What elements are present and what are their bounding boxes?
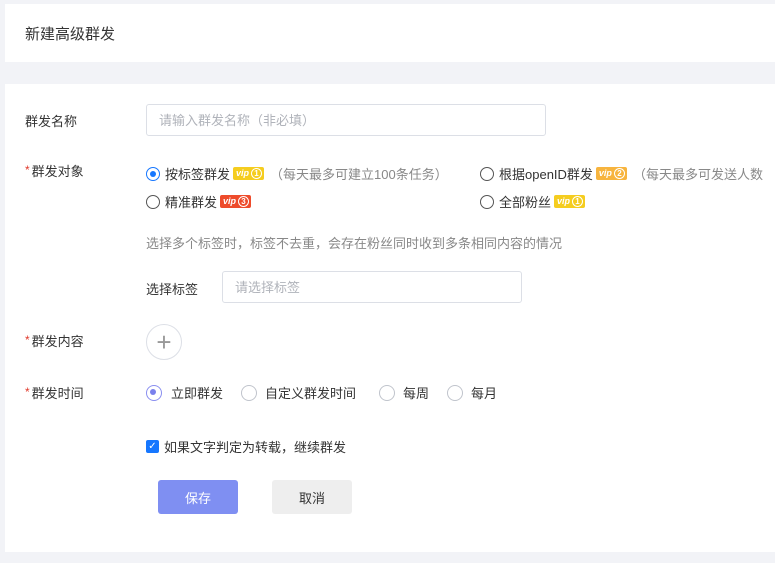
content-label-text: 群发内容 <box>31 334 84 349</box>
form-panel: 群发名称 *群发对象 按标签群发 vip1 （每天最多可建立100条任务） 根据… <box>5 84 775 552</box>
target-option-tag-label: 按标签群发 <box>165 167 231 182</box>
target-option-openid-label: 根据openID群发 <box>499 167 593 182</box>
target-label-text: 群发对象 <box>31 164 84 179</box>
add-content-button[interactable]: + <box>146 324 182 360</box>
radio-precise[interactable] <box>146 194 160 209</box>
time-option-custom-label: 自定义群发时间 <box>265 386 357 401</box>
name-label: 群发名称 <box>25 114 78 129</box>
radio-all[interactable] <box>480 194 494 209</box>
tag-select-label: 选择标签 <box>146 282 199 297</box>
vip-text: vip <box>557 196 571 206</box>
tag-select-input[interactable] <box>235 279 521 295</box>
vip-badge-icon: vip 1 <box>554 195 586 208</box>
required-mark: * <box>25 385 30 399</box>
time-option-now[interactable]: 立即群发 <box>146 383 223 402</box>
vip-level: 2 <box>613 168 625 179</box>
target-option-precise[interactable]: 精准群发 vip 3 <box>146 192 252 211</box>
time-option-now-label: 立即群发 <box>171 386 224 401</box>
time-option-weekly-label: 每周 <box>403 386 430 401</box>
required-mark: * <box>25 163 30 177</box>
radio-time-now[interactable] <box>146 384 162 401</box>
time-label-text: 群发时间 <box>31 386 84 401</box>
target-option-tag-hint: （每天最多可建立100条任务） <box>270 167 448 182</box>
time-option-custom[interactable]: 自定义群发时间 <box>241 383 356 402</box>
page-header: 新建高级群发 <box>5 4 775 62</box>
radio-time-monthly[interactable] <box>447 384 463 401</box>
radio-openid[interactable] <box>480 166 494 181</box>
target-option-openid-hint: （每天最多可发送人数 <box>632 167 763 182</box>
vip-text: vip <box>223 196 237 206</box>
vip-level: 1 <box>251 168 263 179</box>
vip-badge-icon: vip 1 <box>233 167 265 180</box>
vip-badge-icon: vip 3 <box>220 195 252 208</box>
target-option-all-label: 全部粉丝 <box>499 195 552 210</box>
name-input-box[interactable] <box>146 104 546 136</box>
tag-select-box[interactable] <box>222 271 522 303</box>
required-mark: * <box>25 333 30 347</box>
content-label: * 群发内容 <box>25 331 84 350</box>
vip-badge-icon: vip 2 <box>595 167 627 180</box>
vip-text: vip <box>236 168 250 178</box>
radio-time-weekly[interactable] <box>379 384 395 401</box>
cancel-button[interactable]: 取消 <box>272 480 352 514</box>
plus-icon: + <box>156 327 172 357</box>
time-option-weekly[interactable]: 每周 <box>379 383 429 402</box>
radio-tag[interactable] <box>146 166 160 181</box>
save-button[interactable]: 保存 <box>158 480 238 514</box>
name-input[interactable] <box>159 112 545 128</box>
time-option-monthly[interactable]: 每月 <box>447 383 497 402</box>
repost-label: 如果文字判定为转载，继续群发 <box>164 440 347 455</box>
target-tip: 选择多个标签时，标签不去重，会存在粉丝同时收到多条相同内容的情况 <box>146 236 563 251</box>
vip-text: vip <box>598 168 612 178</box>
target-option-openid[interactable]: 根据openID群发 vip 2 （每天最多可发送人数 <box>480 164 763 183</box>
radio-time-custom[interactable] <box>241 384 257 401</box>
target-label: * 群发对象 <box>25 161 84 180</box>
target-option-all[interactable]: 全部粉丝 vip 1 <box>480 192 586 211</box>
target-option-tag[interactable]: 按标签群发 vip 1 （每天最多可建立100条任务） <box>146 164 448 183</box>
page-title: 新建高级群发 <box>25 25 116 43</box>
vip-level: 3 <box>238 196 250 207</box>
repost-checkbox-row[interactable]: ✓ 如果文字判定为转载，继续群发 <box>146 437 346 456</box>
target-option-precise-label: 精准群发 <box>165 195 218 210</box>
check-icon[interactable]: ✓ <box>146 440 159 453</box>
time-label: * 群发时间 <box>25 383 84 402</box>
vip-level: 1 <box>572 196 584 207</box>
time-option-monthly-label: 每月 <box>471 386 498 401</box>
